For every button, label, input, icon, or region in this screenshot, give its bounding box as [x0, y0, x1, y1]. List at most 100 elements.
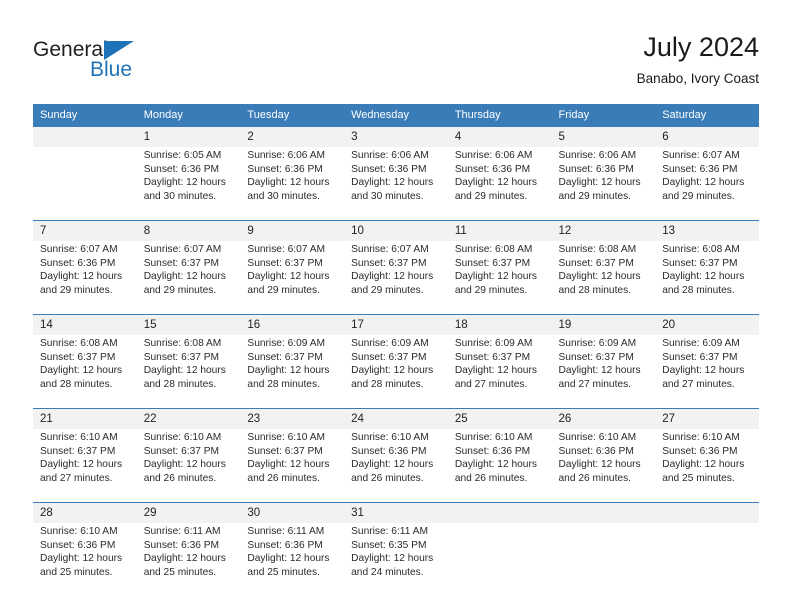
day-number[interactable]: 25	[447, 409, 552, 429]
daylight-text: Daylight: 12 hours and 29 minutes.	[351, 271, 434, 296]
sunset-text: Sunset: 6:37 PM	[247, 445, 323, 457]
day-number[interactable]: 22	[136, 409, 241, 429]
weekday-header-sunday: Sunday	[33, 104, 137, 127]
day-cell: Sunrise: 6:07 AM Sunset: 6:37 PM Daylight:…	[136, 241, 241, 308]
day-number[interactable]: 16	[240, 315, 345, 335]
sunrise-text: Sunrise: 6:09 AM	[558, 338, 637, 349]
day-number[interactable]: 13	[655, 221, 759, 241]
day-number[interactable]: 24	[344, 409, 448, 429]
day-number[interactable]: 28	[33, 503, 137, 523]
day-number[interactable]: 19	[551, 315, 656, 335]
sunset-text: Sunset: 6:37 PM	[247, 257, 323, 269]
day-number[interactable]: 12	[551, 221, 656, 241]
day-cell: Sunrise: 6:08 AM Sunset: 6:37 PM Daylight:…	[447, 241, 552, 308]
sunrise-text: Sunrise: 6:07 AM	[247, 244, 325, 255]
day-number[interactable]: 14	[33, 315, 137, 335]
day-cell: Sunrise: 6:10 AM Sunset: 6:36 PM Daylight:…	[655, 429, 759, 496]
page-subtitle: Banabo, Ivory Coast	[636, 71, 759, 86]
day-cell: Sunrise: 6:10 AM Sunset: 6:36 PM Daylight:…	[447, 429, 552, 496]
day-cell: Sunrise: 6:09 AM Sunset: 6:37 PM Daylight:…	[240, 335, 345, 402]
weekday-header-thursday: Thursday	[447, 104, 552, 127]
sunrise-text: Sunrise: 6:09 AM	[247, 338, 325, 349]
daylight-text: Daylight: 12 hours and 30 minutes.	[143, 177, 226, 202]
day-detail-row: Sunrise: 6:08 AM Sunset: 6:37 PM Daylight:…	[33, 335, 759, 402]
day-number[interactable]: 4	[447, 127, 552, 147]
day-cell: Sunrise: 6:10 AM Sunset: 6:37 PM Daylight:…	[33, 429, 137, 496]
sunrise-text: Sunrise: 6:10 AM	[454, 432, 533, 443]
day-cell: Sunrise: 6:09 AM Sunset: 6:37 PM Daylight:…	[447, 335, 552, 402]
day-number[interactable]: 17	[344, 315, 448, 335]
day-cell: Sunrise: 6:11 AM Sunset: 6:36 PM Daylight:…	[240, 523, 345, 590]
sunrise-text: Sunrise: 6:06 AM	[351, 150, 429, 161]
day-number[interactable]: 11	[447, 221, 552, 241]
day-cell: Sunrise: 6:06 AM Sunset: 6:36 PM Daylight:…	[344, 147, 448, 214]
sunset-text: Sunset: 6:35 PM	[351, 539, 427, 551]
day-number[interactable]: 18	[447, 315, 552, 335]
sunset-text: Sunset: 6:36 PM	[143, 163, 220, 175]
weekday-header-row: Sunday Monday Tuesday Wednesday Thursday Frid…	[33, 104, 759, 127]
day-number[interactable]: 21	[33, 409, 137, 429]
daylight-text: Daylight: 12 hours and 29 minutes.	[247, 271, 330, 296]
day-number[interactable]: 27	[655, 409, 759, 429]
sunrise-text: Sunrise: 6:11 AM	[247, 526, 325, 537]
daylight-text: Daylight: 12 hours and 28 minutes.	[351, 365, 434, 390]
day-cell: Sunrise: 6:06 AM Sunset: 6:36 PM Daylight:…	[551, 147, 656, 214]
day-number[interactable]: 15	[136, 315, 241, 335]
day-number-row: 14 15 16 17 18 19 20	[33, 315, 759, 335]
day-number[interactable]: 26	[551, 409, 656, 429]
daylight-text: Daylight: 12 hours and 27 minutes.	[40, 459, 123, 484]
daylight-text: Daylight: 12 hours and 29 minutes.	[454, 271, 537, 296]
day-number[interactable]: 8	[136, 221, 241, 241]
sunset-text: Sunset: 6:37 PM	[143, 257, 220, 269]
sunset-text: Sunset: 6:36 PM	[40, 257, 116, 269]
day-number[interactable]: 2	[240, 127, 345, 147]
day-cell: Sunrise: 6:06 AM Sunset: 6:36 PM Daylight:…	[240, 147, 345, 214]
day-cell: Sunrise: 6:09 AM Sunset: 6:37 PM Daylight:…	[551, 335, 656, 402]
day-number[interactable]: 23	[240, 409, 345, 429]
sunrise-text: Sunrise: 6:10 AM	[40, 432, 118, 443]
day-cell: Sunrise: 6:10 AM Sunset: 6:36 PM Daylight:…	[33, 523, 137, 590]
daylight-text: Daylight: 12 hours and 25 minutes.	[662, 459, 745, 484]
sunset-text: Sunset: 6:36 PM	[558, 445, 634, 457]
sunrise-text: Sunrise: 6:10 AM	[662, 432, 740, 443]
day-number[interactable]: 31	[344, 503, 448, 523]
day-cell: Sunrise: 6:10 AM Sunset: 6:37 PM Daylight:…	[136, 429, 241, 496]
day-number[interactable]: 20	[655, 315, 759, 335]
day-number-row: 123456	[33, 127, 759, 147]
daylight-text: Daylight: 12 hours and 28 minutes.	[143, 365, 226, 390]
day-number[interactable]: 7	[33, 221, 137, 241]
day-number[interactable]: 5	[551, 127, 656, 147]
sunrise-text: Sunrise: 6:08 AM	[143, 338, 222, 349]
day-number[interactable]: 1	[136, 127, 241, 147]
sunrise-text: Sunrise: 6:10 AM	[143, 432, 222, 443]
day-detail-row: Sunrise: 6:05 AM Sunset: 6:36 PM Daylight:…	[33, 147, 759, 214]
calendar-grid: Sunday Monday Tuesday Wednesday Thursday Frid…	[33, 104, 759, 590]
daylight-text: Daylight: 12 hours and 29 minutes.	[143, 271, 226, 296]
title-block: July 2024 Banabo, Ivory Coast	[637, 30, 759, 89]
day-number[interactable]: 29	[136, 503, 241, 523]
general-blue-logo[interactable]: General Blue	[33, 38, 203, 88]
day-number-row: 21 22 23 24 25 26 27	[33, 409, 759, 429]
page-header: General Blue July 2024 Banabo, Ivory Coa…	[33, 30, 759, 92]
day-cell: Sunrise: 6:11 AM Sunset: 6:36 PM Daylight:…	[136, 523, 241, 590]
day-cell-empty	[33, 147, 137, 214]
sunrise-text: Sunrise: 6:06 AM	[247, 150, 325, 161]
day-number[interactable]: 3	[344, 127, 448, 147]
weekday-header-monday: Monday	[136, 104, 241, 127]
daylight-text: Daylight: 12 hours and 26 minutes.	[454, 459, 537, 484]
sunrise-text: Sunrise: 6:09 AM	[454, 338, 533, 349]
sunrise-text: Sunrise: 6:05 AM	[143, 150, 222, 161]
day-number-row: 28 29 30 31	[33, 503, 759, 523]
day-number[interactable]: 10	[344, 221, 448, 241]
day-cell: Sunrise: 6:07 AM Sunset: 6:36 PM Daylight:…	[655, 147, 759, 214]
day-number[interactable]: 9	[240, 221, 345, 241]
daylight-text: Daylight: 12 hours and 25 minutes.	[143, 553, 226, 578]
day-cell-empty	[447, 523, 552, 590]
sunset-text: Sunset: 6:37 PM	[40, 445, 116, 457]
day-number[interactable]: 30	[240, 503, 345, 523]
day-number[interactable]: 6	[655, 127, 759, 147]
day-cell: Sunrise: 6:07 AM Sunset: 6:37 PM Daylight:…	[344, 241, 448, 308]
sunset-text: Sunset: 6:36 PM	[247, 539, 323, 551]
day-detail-row: Sunrise: 6:07 AM Sunset: 6:36 PM Daylight:…	[33, 241, 759, 308]
sunrise-text: Sunrise: 6:08 AM	[662, 244, 740, 255]
